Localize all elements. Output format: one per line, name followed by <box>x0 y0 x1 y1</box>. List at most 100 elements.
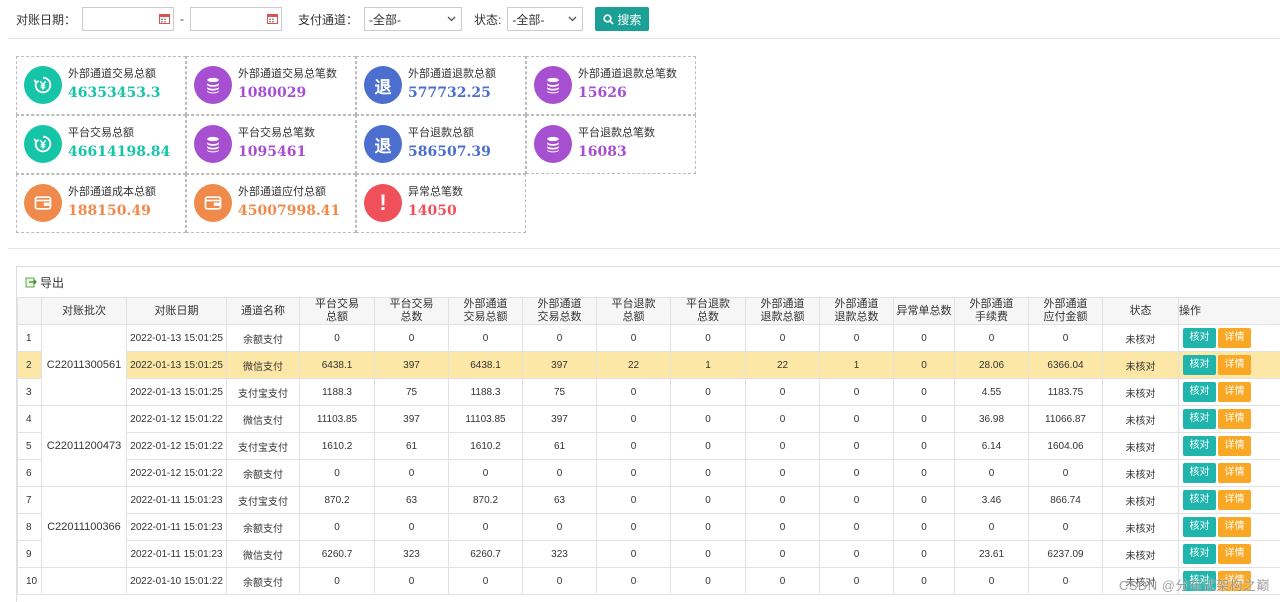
wallet-icon <box>24 184 62 222</box>
end-date-input[interactable] <box>190 7 283 31</box>
date-filter-label: 对账日期： <box>16 12 77 27</box>
stat-card: 平台交易总额 46614198.84 <box>16 115 186 174</box>
actions-cell: 核对 详情 <box>1178 432 1280 460</box>
date-range-separator: - <box>180 12 185 26</box>
table-row[interactable]: 10 2022-01-10 15:01:22 余额支付 0 0 0 0 0 0 0 0 0 0 0 未核对核… <box>17 567 1280 595</box>
detail-button[interactable]: 详情 <box>1218 490 1251 510</box>
status-select[interactable]: -全部- <box>507 7 584 31</box>
check-button[interactable]: 核对 <box>1183 517 1216 537</box>
check-button[interactable]: 核对 <box>1183 436 1216 456</box>
table-row[interactable]: 7 C22011100366 2022-01-11 15:01:23 支付宝支付 870… <box>17 486 1280 568</box>
check-button[interactable]: 核对 <box>1183 355 1216 375</box>
check-button[interactable]: 核对 <box>1183 490 1216 510</box>
column-header: 异常单总数 <box>893 297 955 325</box>
table-row[interactable]: 8 2022-01-11 15:01:23 余额支付 0 0 0 0 0 0 0 0 0 0 0 未核对 核对… <box>17 513 1280 541</box>
table-row[interactable]: 9 2022-01-11 15:01:23 微信支付 6260.7 323 6260.7 3… <box>17 540 1280 568</box>
channel-filter-label: 支付通道： <box>298 12 359 27</box>
detail-button[interactable]: 详情 <box>1218 382 1251 402</box>
table-cell: 870.2 <box>448 486 523 514</box>
table-cell: 0 <box>596 324 671 352</box>
table-cell: 未核对 <box>1102 540 1179 568</box>
table-cell: 0 <box>893 405 955 433</box>
table-cell: 0 <box>299 567 375 595</box>
table-cell: 0 <box>448 459 523 487</box>
stat-label: 外部通道交易总笔数 <box>238 68 337 80</box>
search-icon <box>603 13 614 25</box>
table-cell: 支付宝支付 <box>226 432 300 460</box>
calendar-icon[interactable] <box>159 13 171 24</box>
export-button[interactable]: 导出 <box>40 274 64 291</box>
detail-button[interactable]: 详情 <box>1218 436 1251 456</box>
start-date-input[interactable] <box>82 7 175 31</box>
check-button[interactable]: 核对 <box>1183 328 1216 348</box>
table-cell: 75 <box>522 378 597 406</box>
table-cell: 7 <box>17 486 42 514</box>
check-button[interactable]: 核对 <box>1183 544 1216 564</box>
detail-button[interactable]: 详情 <box>1218 463 1251 483</box>
table-cell: 2022-01-11 15:01:23 <box>126 540 227 568</box>
calendar-icon[interactable] <box>267 13 279 24</box>
table-cell: 0 <box>819 378 894 406</box>
table-cell: 0 <box>596 459 671 487</box>
table-row[interactable]: 3 2022-01-13 15:01:25 支付宝支付 1188.3 75 1188.3 7… <box>17 378 1280 406</box>
table-row[interactable]: 6 2022-01-12 15:01:22 余额支付 0 0 0 0 0 0 0 0 0 0 0 未核对 核对… <box>17 459 1280 487</box>
table-cell: 1610.2 <box>299 432 375 460</box>
detail-button[interactable]: 详情 <box>1218 355 1251 375</box>
table-cell: 0 <box>745 432 820 460</box>
table-row[interactable]: 5 2022-01-12 15:01:22 支付宝支付 1610.2 61 1610.2 6… <box>17 432 1280 460</box>
channel-select[interactable]: -全部- <box>364 7 463 31</box>
refresh-yen-icon <box>24 125 62 163</box>
check-button[interactable]: 核对 <box>1183 382 1216 402</box>
batch-cell: C22011100366 <box>41 486 127 568</box>
table-cell: 0 <box>893 513 955 541</box>
table-cell: 1 <box>670 351 746 379</box>
table-row[interactable]: 4 C22011200473 2022-01-12 15:01:22 微信支付 1110… <box>17 405 1280 487</box>
table-cell: 9 <box>17 540 42 568</box>
stat-value: 45007998.41 <box>238 203 341 219</box>
stat-icon-glyph: 退 <box>374 136 392 156</box>
table-cell: 余额支付 <box>226 459 300 487</box>
export-icon[interactable] <box>25 276 37 288</box>
table-cell: 0 <box>745 459 820 487</box>
stat-icon-glyph: ! <box>379 190 387 215</box>
table-cell: 2022-01-11 15:01:23 <box>126 513 227 541</box>
table-cell: 28.06 <box>954 351 1029 379</box>
table-cell: 0 <box>893 486 955 514</box>
table-cell: 0 <box>670 486 746 514</box>
table-cell: 2 <box>17 351 42 379</box>
detail-button[interactable]: 详情 <box>1218 544 1251 564</box>
table-row[interactable]: 1 C22011300561 2022-01-13 15:01:25 余额支付 0 0 0 0… <box>17 324 1280 406</box>
table-cell: 397 <box>522 351 597 379</box>
actions-cell: 核对 详情 <box>1178 459 1280 487</box>
table-cell: 6438.1 <box>299 351 375 379</box>
detail-button[interactable]: 详情 <box>1218 328 1251 348</box>
search-button[interactable]: 搜索 <box>595 7 650 31</box>
detail-button[interactable]: 详情 <box>1218 409 1251 429</box>
table-cell: 0 <box>954 324 1029 352</box>
table-cell: 397 <box>374 351 449 379</box>
table-row[interactable]: 2 2022-01-13 15:01:25 微信支付 6438.1 397 6438.1 3… <box>17 351 1280 379</box>
table-cell: 0 <box>448 567 523 595</box>
table-cell: 3 <box>17 378 42 406</box>
stat-label: 外部通道成本总额 <box>68 186 156 198</box>
check-button[interactable]: 核对 <box>1183 409 1216 429</box>
detail-button[interactable]: 详情 <box>1218 517 1251 537</box>
table-cell: 0 <box>745 540 820 568</box>
column-header: 平台交易 总数 <box>374 297 449 325</box>
column-header: 平台退款 总数 <box>670 297 746 325</box>
stat-value: 16083 <box>578 144 627 160</box>
table-cell: 6366.04 <box>1028 351 1103 379</box>
column-header: 外部通道 手续费 <box>954 297 1029 325</box>
check-button[interactable]: 核对 <box>1183 463 1216 483</box>
stat-value: 1095461 <box>238 144 307 160</box>
table-cell: 2022-01-12 15:01:22 <box>126 405 227 433</box>
column-header: 对账批次 <box>41 297 127 325</box>
table-cell: 2022-01-13 15:01:25 <box>126 378 227 406</box>
table-cell: 2022-01-10 15:01:22 <box>126 567 227 595</box>
table-cell: 0 <box>1028 567 1103 595</box>
stat-label: 外部通道交易总额 <box>68 68 156 80</box>
table-cell: 未核对 <box>1102 486 1179 514</box>
table-cell: 0 <box>1028 324 1103 352</box>
stat-label: 外部通道应付总额 <box>238 186 326 198</box>
actions-cell: 核对 详情 <box>1178 513 1280 541</box>
